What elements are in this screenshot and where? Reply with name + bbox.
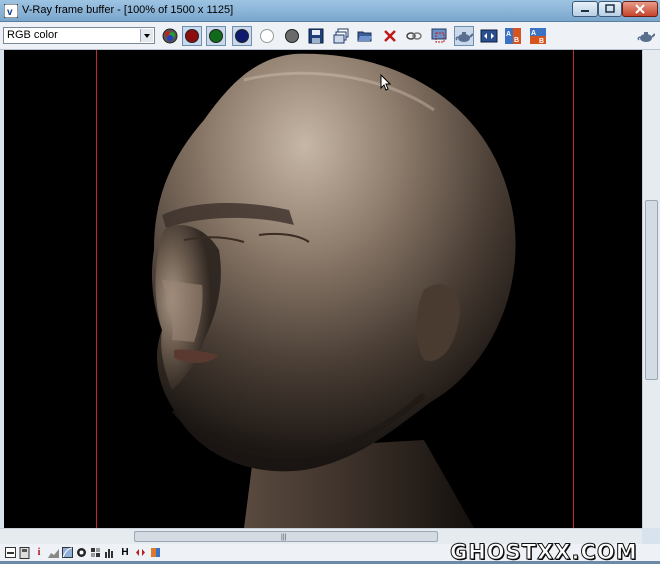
teapot-icon (637, 32, 655, 42)
color-corrections-icon (4, 547, 16, 558)
film-button[interactable] (18, 546, 30, 559)
h-icon: H (121, 547, 129, 558)
open-folder-icon (357, 31, 372, 42)
rgb-circle-icon (162, 28, 178, 44)
stereo-icon (135, 549, 145, 556)
h-button[interactable]: H (119, 546, 131, 559)
maximize-button[interactable] (598, 1, 622, 17)
vray-logo-icon: v (4, 4, 18, 18)
pixel-info-icon (480, 29, 498, 43)
toolbar: RGB color A B A B (0, 22, 660, 50)
histogram-button[interactable] (103, 546, 115, 559)
stereo-button[interactable] (134, 546, 146, 559)
ab-compare-vertical-button[interactable]: AB (528, 26, 548, 46)
levels-icon (47, 549, 59, 558)
alpha-channel-button[interactable] (257, 26, 277, 46)
pixel-info-button[interactable] (479, 26, 499, 46)
channel-select[interactable]: RGB color (3, 27, 155, 44)
svg-text:A: A (506, 31, 511, 38)
white-circle-icon (260, 29, 274, 43)
minimize-icon (581, 10, 589, 12)
maximize-icon (605, 4, 615, 13)
info-icon: i (37, 547, 41, 558)
channels-icon (150, 548, 160, 557)
svg-text:A: A (531, 30, 536, 37)
minimize-button[interactable] (572, 1, 598, 17)
red-channel-button[interactable] (182, 26, 202, 46)
region-border-left (96, 50, 97, 528)
svg-text:B: B (514, 37, 519, 44)
lut-button[interactable] (89, 546, 101, 559)
render-last-button[interactable] (454, 26, 474, 46)
film-icon (19, 546, 29, 559)
show-rgb-button[interactable] (160, 26, 180, 46)
title-bar[interactable]: v V-Ray frame buffer - [100% of 1500 x 1… (0, 0, 660, 22)
blue-circle-icon (235, 29, 249, 43)
clone-frame-buffer-button[interactable] (331, 26, 351, 46)
mouse-cursor-icon (380, 74, 392, 91)
watermark-text: GHOSTXX.COM (450, 540, 638, 564)
ab-horizontal-icon: AB (505, 28, 521, 44)
red-circle-icon (185, 29, 199, 43)
save-image-button[interactable] (306, 26, 326, 46)
horizontal-scroll-thumb[interactable]: ||| (134, 531, 438, 542)
ab-compare-horizontal-button[interactable]: AB (503, 26, 523, 46)
link-icon (406, 32, 422, 40)
info-button[interactable]: i (33, 546, 45, 559)
render-viewport[interactable] (4, 50, 642, 528)
ab-vertical-icon: AB (530, 28, 546, 45)
teapot-icon (455, 32, 473, 42)
region-border-right (573, 50, 574, 528)
exposure-icon (76, 548, 86, 557)
red-x-icon (384, 30, 396, 42)
floppy-disk-icon (308, 28, 324, 44)
vertical-scrollbar[interactable] (642, 50, 660, 528)
channel-select-value: RGB color (7, 29, 58, 41)
chevron-down-icon[interactable] (140, 29, 153, 42)
levels-button[interactable] (47, 546, 59, 559)
close-button[interactable] (622, 1, 658, 17)
monochrome-button[interactable] (282, 26, 302, 46)
green-channel-button[interactable] (206, 26, 226, 46)
channels-button[interactable] (149, 546, 161, 559)
grey-circle-icon (285, 29, 299, 43)
render-button[interactable] (636, 26, 656, 46)
window-title: V-Ray frame buffer - [100% of 1500 x 112… (22, 4, 234, 16)
curve-button[interactable] (61, 546, 73, 559)
clone-window-icon (333, 28, 349, 44)
histogram-icon (104, 549, 113, 558)
vray-frame-buffer-window: v V-Ray frame buffer - [100% of 1500 x 1… (0, 0, 660, 564)
svg-text:B: B (539, 38, 544, 45)
clear-image-button[interactable] (380, 26, 400, 46)
region-render-button[interactable] (429, 26, 449, 46)
vertical-scroll-thumb[interactable] (645, 200, 658, 380)
color-corrections-button[interactable] (4, 546, 16, 559)
scroll-grip-icon: ||| (281, 534, 287, 541)
rendered-head-image (4, 50, 642, 528)
green-circle-icon (209, 29, 223, 43)
lut-icon (90, 548, 100, 557)
exposure-button[interactable] (75, 546, 87, 559)
close-icon (635, 4, 645, 14)
blue-channel-button[interactable] (232, 26, 252, 46)
track-mouse-button[interactable] (404, 26, 424, 46)
region-icon (431, 28, 447, 43)
curve-icon (61, 547, 73, 558)
svg-text:v: v (7, 7, 13, 18)
load-image-button[interactable] (355, 26, 375, 46)
